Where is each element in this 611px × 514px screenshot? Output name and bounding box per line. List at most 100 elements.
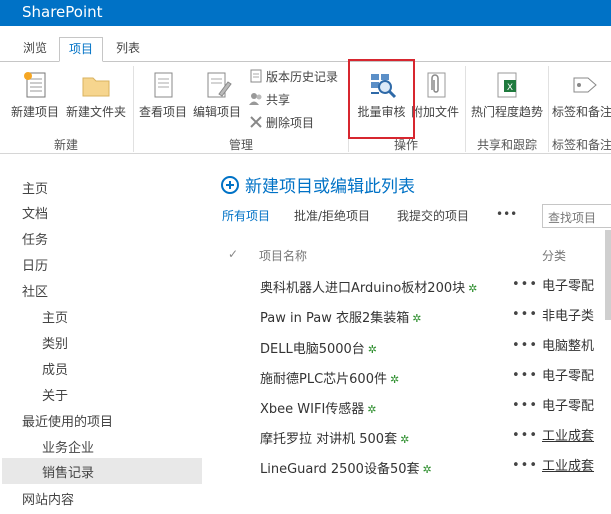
- nav-item-community[interactable]: 社区: [22, 281, 48, 300]
- new-item-marker-icon: ✲: [389, 373, 400, 386]
- row-title-text: DELL电脑5000台: [260, 342, 365, 357]
- nav-item-tasks[interactable]: 任务: [22, 229, 48, 248]
- select-all-checkmark[interactable]: ✓: [228, 247, 238, 261]
- paperclip-icon: [420, 70, 450, 100]
- edit-item-button[interactable]: 编辑项目: [191, 70, 243, 120]
- view-item-icon: [148, 70, 178, 100]
- table-row-title[interactable]: Paw in Paw 衣服2集装箱 ✲: [260, 307, 421, 326]
- group-tags-label: 标签和备注: [552, 138, 611, 152]
- row-title-text: 摩托罗拉 对讲机 500套: [260, 432, 398, 447]
- ribbon: 新建项目 新建文件夹 新建 查看项目 编辑项目 版本历史记录 共享 删除项目 管…: [0, 62, 611, 154]
- share-button[interactable]: 共享: [249, 91, 290, 109]
- row-category: 非电子类: [542, 309, 595, 324]
- row-more-ellipsis[interactable]: •••: [512, 458, 538, 473]
- new-item-marker-icon: ✲: [468, 282, 478, 295]
- new-item-marker-icon: ✲: [400, 433, 410, 446]
- nav-item-members[interactable]: 成员: [42, 359, 68, 378]
- row-category: 电子零配: [542, 399, 595, 414]
- share-people-icon: [249, 92, 263, 106]
- table-row-title[interactable]: LineGuard 2500设备50套 ✲: [260, 458, 432, 477]
- row-category: 电子零配: [542, 279, 595, 294]
- version-history-label: 版本历史记录: [266, 70, 339, 84]
- tags-notes-label: 标签和备注: [552, 105, 611, 119]
- edit-link[interactable]: 编辑: [330, 177, 364, 197]
- batch-review-highlight: [348, 59, 415, 139]
- folder-icon: [81, 70, 111, 100]
- column-header-category[interactable]: 分类: [542, 247, 566, 264]
- tags-notes-button[interactable]: 标签和备注: [552, 70, 611, 120]
- vertical-scrollbar[interactable]: [605, 230, 611, 320]
- row-title-text: LineGuard 2500设备50套: [260, 462, 420, 477]
- row-title-text: 奥科机器人进口Arduino板材200块: [260, 281, 466, 296]
- attach-file-label: 附加文件: [410, 105, 459, 119]
- row-category: 电脑整机: [542, 339, 595, 354]
- delete-item-button[interactable]: 删除项目: [249, 114, 314, 132]
- ribbon-tabs: 浏览 项目 列表: [0, 26, 611, 62]
- edit-item-label: 编辑项目: [192, 105, 241, 119]
- svg-text:X: X: [507, 83, 513, 93]
- table-row-title[interactable]: Xbee WIFI传感器 ✲: [260, 398, 377, 417]
- excel-trend-icon: X: [492, 70, 522, 100]
- column-header-title[interactable]: 项目名称: [259, 247, 307, 264]
- table-row-title[interactable]: DELL电脑5000台 ✲: [260, 338, 377, 357]
- search-input[interactable]: 查找项目: [542, 204, 611, 228]
- nav-item-site-contents[interactable]: 网站内容: [22, 489, 74, 508]
- hot-trend-button[interactable]: X 热门程度趋势: [470, 70, 544, 120]
- table-row-title[interactable]: 施耐德PLC芯片600件 ✲: [260, 368, 399, 387]
- new-item-button[interactable]: 新建项目: [8, 70, 62, 120]
- row-more-ellipsis[interactable]: •••: [512, 428, 538, 443]
- brand-title[interactable]: SharePoint: [22, 3, 103, 21]
- row-more-ellipsis[interactable]: •••: [512, 277, 538, 292]
- new-item-label: 新建项目: [10, 105, 59, 119]
- new-item-marker-icon: ✲: [412, 312, 422, 325]
- view-item-button[interactable]: 查看项目: [137, 70, 189, 120]
- delete-x-icon: [249, 115, 263, 129]
- row-more-ellipsis[interactable]: •••: [512, 368, 538, 383]
- nav-item-documents[interactable]: 文档: [22, 203, 48, 222]
- row-more-ellipsis[interactable]: •••: [512, 307, 538, 322]
- nav-item-sales-records[interactable]: 销售记录: [2, 458, 202, 484]
- nav-item-recent[interactable]: 最近使用的项目: [22, 411, 113, 430]
- nav-item-calendar[interactable]: 日历: [22, 255, 48, 274]
- new-item-suffix: 此列表: [364, 177, 415, 197]
- attach-file-button[interactable]: 附加文件: [410, 70, 460, 120]
- new-item-marker-icon: ✲: [367, 403, 377, 416]
- table-row-title[interactable]: 奥科机器人进口Arduino板材200块 ✲: [260, 277, 477, 296]
- nav-item-business[interactable]: 业务企业: [42, 437, 94, 456]
- row-title-text: 施耐德PLC芯片600件: [260, 372, 387, 387]
- group-share-label: 共享和跟踪: [476, 138, 537, 152]
- new-item-icon: [20, 70, 50, 100]
- row-category: 电子零配: [542, 369, 595, 384]
- row-category: 工业成套: [542, 459, 595, 474]
- row-category: 工业成套: [542, 429, 595, 444]
- view-my-submissions[interactable]: 我提交的项目: [397, 207, 469, 224]
- nav-item-about[interactable]: 关于: [42, 385, 68, 404]
- view-approve-reject[interactable]: 批准/拒绝项目: [294, 207, 370, 224]
- share-label: 共享: [266, 93, 291, 107]
- new-item-text: 新建项目或: [245, 177, 330, 197]
- table-row-title[interactable]: 摩托罗拉 对讲机 500套 ✲: [260, 428, 409, 447]
- view-all-items[interactable]: 所有项目: [222, 207, 270, 224]
- new-item-link[interactable]: 新建项目或编辑此列表: [221, 172, 415, 197]
- delete-item-label: 删除项目: [266, 116, 315, 130]
- row-more-ellipsis[interactable]: •••: [512, 398, 538, 413]
- tab-browse[interactable]: 浏览: [14, 37, 56, 62]
- ribbon-bottom-rule: [0, 153, 611, 154]
- group-separator: [548, 66, 549, 152]
- view-item-label: 查看项目: [138, 105, 187, 119]
- new-folder-label: 新建文件夹: [65, 105, 126, 119]
- view-more-ellipsis[interactable]: •••: [496, 207, 517, 221]
- add-circle-icon: [221, 176, 239, 194]
- row-title-text: Paw in Paw 衣服2集装箱: [260, 311, 410, 326]
- suite-bar: SharePoint: [0, 0, 611, 26]
- nav-item-community-home[interactable]: 主页: [42, 307, 68, 326]
- group-new-label: 新建: [53, 138, 78, 152]
- version-history-button[interactable]: 版本历史记录: [249, 68, 338, 86]
- new-folder-button[interactable]: 新建文件夹: [64, 70, 128, 120]
- nav-item-categories[interactable]: 类别: [42, 333, 68, 352]
- tab-list[interactable]: 列表: [106, 37, 150, 62]
- version-history-icon: [249, 69, 263, 83]
- nav-item-home[interactable]: 主页: [22, 178, 48, 197]
- tab-items[interactable]: 项目: [59, 37, 103, 62]
- row-more-ellipsis[interactable]: •••: [512, 338, 538, 353]
